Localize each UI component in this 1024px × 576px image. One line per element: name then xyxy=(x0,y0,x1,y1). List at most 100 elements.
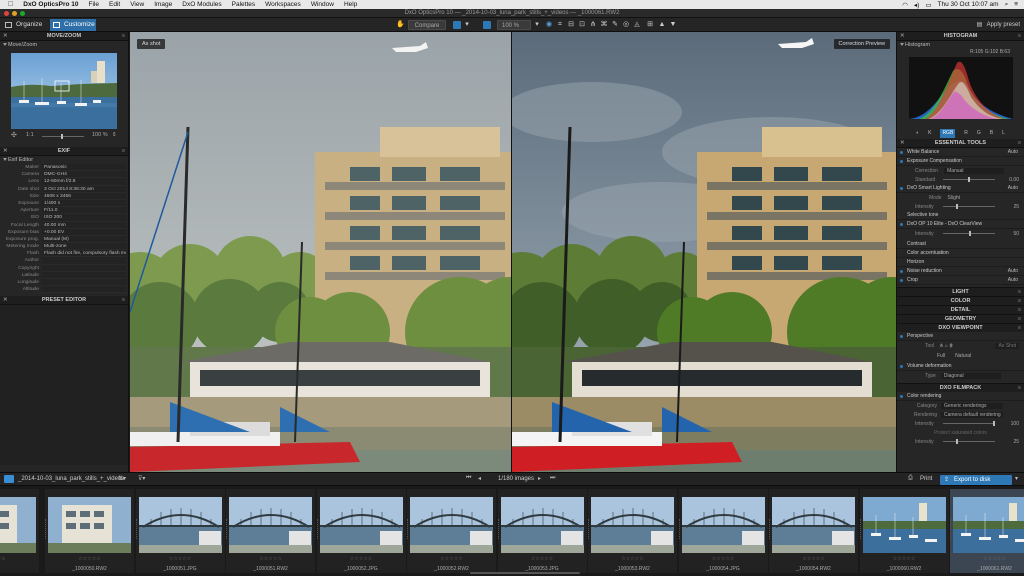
exif-value[interactable]: +0.00 EV xyxy=(42,228,126,236)
filmstrip-item[interactable]: _1000061.RW2 ☆☆☆☆☆ xyxy=(950,489,1024,573)
volume-deformation-row[interactable]: Volume deformation xyxy=(897,362,1024,371)
exif-value[interactable]: Flash did not fire, compulsory flash mod… xyxy=(42,250,126,258)
red-eye-icon[interactable]: ◎ xyxy=(622,21,630,29)
photo-as-shot[interactable]: As shot xyxy=(130,32,511,472)
filmstrip-thumbnail[interactable] xyxy=(953,497,1024,553)
rating-stars-icon[interactable]: ☆☆☆☆☆ xyxy=(317,556,406,562)
filmstrip-item[interactable]: _1000054.JPG ☆☆☆☆☆ xyxy=(678,489,768,573)
protect-label[interactable]: Protect saturated colors xyxy=(934,430,987,436)
filmstrip-item[interactable]: _1000051.JPG ☆☆☆☆☆ xyxy=(135,489,225,573)
filmstrip-item[interactable]: _1000053.JPG ☆☆☆☆☆ xyxy=(497,489,587,573)
cv-intensity-slider[interactable] xyxy=(943,231,995,236)
menu-list-icon[interactable]: ≡ xyxy=(1014,1,1018,8)
move-zoom-subheader[interactable]: Move/Zoom xyxy=(0,41,128,49)
filmstrip-thumbnail[interactable] xyxy=(319,497,403,553)
rating-stars-icon[interactable]: ☆☆☆☆☆ xyxy=(45,556,134,562)
overexposure-icon[interactable]: ▲ xyxy=(658,21,666,29)
exif-value[interactable] xyxy=(42,257,126,265)
light-palette-header[interactable]: LIGHT ≡ xyxy=(897,287,1024,296)
previous-image-icon[interactable]: ⏮ xyxy=(466,475,471,482)
palette-menu-icon[interactable]: ≡ xyxy=(122,296,125,305)
grid-icon[interactable]: ⊞ xyxy=(646,21,654,29)
clearview-row[interactable]: DxO OP 10 Elite - DxO ClearView xyxy=(897,220,1024,229)
menu-workspaces[interactable]: Workspaces xyxy=(260,1,306,8)
exif-value[interactable]: Panasonic xyxy=(42,164,126,172)
next-image-icon[interactable]: ⏭ xyxy=(550,475,555,482)
one-to-one-zoom-icon[interactable] xyxy=(483,21,491,29)
enabled-icon[interactable] xyxy=(900,151,903,154)
filmstrip-item[interactable]: _1000052.RW2 ☆☆☆☆☆ xyxy=(407,489,496,573)
filmpack-palette-header[interactable]: DXO FILMPACK ≡ xyxy=(897,383,1024,392)
menu-file[interactable]: File xyxy=(84,1,104,8)
palette-menu-icon[interactable]: ≡ xyxy=(122,32,125,41)
detail-palette-header[interactable]: DETAIL ≡ xyxy=(897,305,1024,314)
close-palette-icon[interactable]: ✕ xyxy=(3,32,8,41)
zoom-window-icon[interactable] xyxy=(20,11,25,16)
menu-dxo-modules[interactable]: DxO Modules xyxy=(177,1,226,8)
perspective-row[interactable]: Perspective xyxy=(897,332,1024,341)
menu-window[interactable]: Window xyxy=(306,1,339,8)
move-zoom-header[interactable]: ✕ MOVE/ZOOM ≡ xyxy=(0,32,128,41)
exif-value[interactable]: Multi-zone xyxy=(42,243,126,251)
rating-stars-icon[interactable]: ☆☆☆☆☆ xyxy=(860,556,949,562)
filmstrip-item[interactable]: _1000050.RW2 ☆☆☆☆☆ xyxy=(45,489,134,573)
sl-intensity-slider[interactable] xyxy=(943,204,995,209)
filmstrip-scrollbar[interactable] xyxy=(470,572,580,574)
horizon-row[interactable]: Horizon xyxy=(897,258,1024,267)
minimize-window-icon[interactable] xyxy=(12,11,17,16)
filmpack-intensity-slider[interactable] xyxy=(943,421,995,426)
enabled-icon[interactable] xyxy=(900,187,903,190)
menu-image[interactable]: Image xyxy=(149,1,177,8)
exif-value[interactable]: Manual (M) xyxy=(42,235,126,244)
enabled-icon[interactable] xyxy=(900,365,903,368)
exif-value[interactable]: 4608 x 3456 xyxy=(42,192,126,200)
exif-value[interactable]: F/11.0 xyxy=(42,207,126,215)
exif-value[interactable] xyxy=(42,264,126,272)
folder-name[interactable]: _2014-10-03_luna_park_stills_+_videos xyxy=(18,476,124,482)
enabled-icon[interactable] xyxy=(900,223,903,226)
exif-value[interactable]: 3 Oct 2014 8:36:30 am xyxy=(42,185,126,193)
tab-customize[interactable]: Customize xyxy=(50,19,96,31)
navigator-thumbnail[interactable] xyxy=(11,53,117,129)
close-palette-icon[interactable]: ✕ xyxy=(3,147,8,156)
exif-value[interactable] xyxy=(42,279,126,287)
hand-icon[interactable]: ✋ xyxy=(396,21,405,29)
filmstrip-thumbnail[interactable] xyxy=(862,497,946,553)
menu-help[interactable]: Help xyxy=(339,1,362,8)
wb-picker-icon[interactable]: ◬ xyxy=(633,21,641,29)
protect-intensity-value[interactable]: 25 xyxy=(1013,439,1019,445)
exposure-compensation-row[interactable]: Exposure Compensation xyxy=(897,157,1024,166)
enabled-icon[interactable] xyxy=(900,270,903,273)
filmstrip-item[interactable]: _1000054.RW2 ☆☆☆☆☆ xyxy=(769,489,858,573)
volume-deform-icon[interactable]: ⌘ xyxy=(600,21,608,29)
menu-palettes[interactable]: Palettes xyxy=(227,1,261,8)
exif-value[interactable]: 1/400 s xyxy=(42,199,126,208)
histogram-subheader[interactable]: Histogram xyxy=(897,41,1024,49)
fit-icon[interactable]: ▾ xyxy=(533,21,541,29)
close-palette-icon[interactable]: ✕ xyxy=(900,32,905,41)
rating-stars-icon[interactable]: ☆☆☆☆☆ xyxy=(407,556,496,562)
back-icon[interactable]: ◂ xyxy=(478,475,481,482)
filmstrip-thumbnail[interactable] xyxy=(48,497,131,553)
rating-stars-icon[interactable]: ☆☆☆☆☆ xyxy=(226,556,315,562)
filmstrip-item[interactable]: _1000052.JPG ☆☆☆☆☆ xyxy=(316,489,406,573)
clock[interactable]: Thu 30 Oct 10:07 am xyxy=(938,1,999,8)
apple-icon[interactable]:  xyxy=(0,1,18,8)
rating-stars-icon[interactable]: ☆☆☆☆☆ xyxy=(498,556,587,562)
sl-intensity-value[interactable]: 25 xyxy=(1013,204,1019,210)
close-palette-icon[interactable]: ✕ xyxy=(900,139,905,148)
enabled-icon[interactable] xyxy=(900,335,903,338)
split-view-icon[interactable] xyxy=(453,21,461,29)
enabled-icon[interactable] xyxy=(900,279,903,282)
exif-value[interactable] xyxy=(42,286,126,294)
color-accentuation-row[interactable]: Color accentuation xyxy=(897,249,1024,258)
standard-slider[interactable] xyxy=(943,177,995,182)
as-shot-button[interactable]: As Shot xyxy=(995,343,1019,349)
essential-tools-header[interactable]: ✕ ESSENTIAL TOOLS ≡ xyxy=(897,139,1024,148)
close-window-icon[interactable] xyxy=(4,11,9,16)
zoom-stepper-icon[interactable]: ⇕ xyxy=(112,132,117,138)
filmpack-intensity-value[interactable]: 100 xyxy=(1011,421,1019,427)
viewpoint-palette-header[interactable]: DXO VIEWPOINT ≡ xyxy=(897,323,1024,332)
chevron-down-icon[interactable]: ▾ xyxy=(463,21,471,29)
sort-icon[interactable]: ⇅▾ xyxy=(118,475,126,482)
